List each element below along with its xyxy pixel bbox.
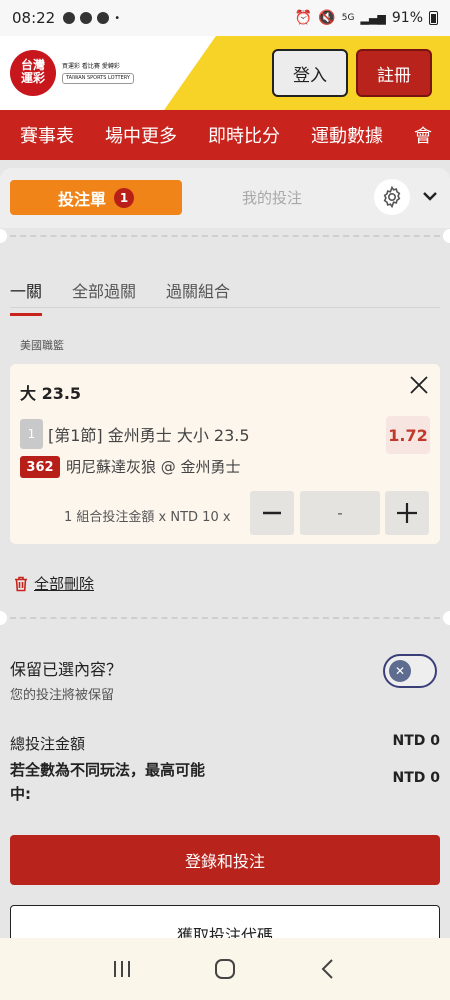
bet-selection-card: 大 23.5 1 [第1節] 金州勇士 大小 23.5 1.72 362 明尼蘇… — [10, 364, 440, 544]
betslip-panel: 投注單 1 我的投注 一關 全部過關 過關組合 美國職籃 大 23.5 1 [第… — [0, 168, 450, 955]
notification-icon — [97, 12, 110, 24]
divider — [0, 617, 450, 619]
register-button[interactable]: 註冊 — [356, 49, 432, 97]
divider — [0, 235, 450, 237]
logo-tagline-cn: 買運彩 看比賽 愛轉彩 — [62, 63, 120, 70]
decrease-stake-button[interactable] — [250, 491, 294, 535]
tab-betslip-label: 投注單 — [57, 189, 106, 209]
increase-stake-button[interactable] — [385, 491, 429, 535]
max-win-value: NTD 0 — [392, 770, 440, 786]
tab-betslip[interactable]: 投注單 1 — [10, 180, 182, 215]
stake-label: 1 組合投注金額 x NTD 10 x — [64, 510, 231, 525]
recent-apps-icon[interactable] — [110, 957, 134, 981]
ticket-notch — [443, 229, 450, 243]
delete-all-label: 全部刪除 — [34, 575, 95, 593]
max-win-label: 若全數為不同玩法，最高可能中: — [10, 761, 206, 803]
ticket-notch — [443, 611, 450, 625]
betslip-tabbar: 投注單 1 我的投注 — [0, 168, 450, 228]
nav-item-live-more[interactable]: 場中更多 — [85, 122, 177, 148]
main-nav: 賽事表 場中更多 即時比分 運動數據 會 — [0, 110, 450, 160]
ticket-notch — [0, 611, 7, 625]
battery-icon — [429, 11, 438, 25]
logo-tagline-en: TAIWAN SPORTS LOTTERY — [62, 73, 134, 84]
toggle-off-icon: ✕ — [389, 660, 411, 682]
match-name: 明尼蘇達灰狼 @ 金州勇士 — [66, 458, 241, 476]
trash-icon — [15, 576, 27, 591]
nav-item-member[interactable]: 會 — [394, 122, 432, 148]
tab-all-parlay[interactable]: 全部過關 — [72, 278, 136, 302]
minus-icon — [263, 511, 281, 515]
battery-percent: 91% — [391, 10, 423, 26]
back-icon[interactable] — [316, 957, 340, 981]
delete-all-button[interactable]: 全部刪除 — [14, 573, 94, 594]
retain-toggle[interactable]: ✕ — [383, 654, 437, 688]
tab-single[interactable]: 一關 — [10, 278, 43, 316]
nav-item-live-scores[interactable]: 即時比分 — [188, 122, 280, 148]
home-icon[interactable] — [213, 957, 237, 981]
notification-icon — [63, 12, 76, 24]
retain-title: 保留已選內容？ — [10, 660, 123, 679]
leg-number-badge: 1 — [20, 419, 43, 449]
tab-parlay-combo[interactable]: 過關組合 — [166, 278, 230, 302]
plus-icon — [397, 503, 417, 523]
logo-tagline: 買運彩 看比賽 愛轉彩 TAIWAN SPORTS LOTTERY — [62, 62, 134, 84]
more-dot-icon: • — [114, 12, 121, 24]
ticket-notch — [0, 229, 7, 243]
total-stake-label: 總投注金額 — [10, 735, 86, 753]
place-bet-button[interactable]: 登錄和投注 — [10, 835, 440, 885]
match-id-badge: 362 — [20, 456, 60, 478]
max-win-row: 若全數為不同玩法，最高可能中: NTD 0 — [10, 758, 440, 806]
login-button[interactable]: 登入 — [272, 49, 348, 97]
nav-item-schedule[interactable]: 賽事表 — [0, 122, 74, 148]
settings-gear-icon[interactable] — [374, 179, 410, 215]
status-bar: 08:22 • ⏰ 🔇 5G ▂▄▆ 91% — [0, 0, 450, 36]
bet-type-tabs: 一關 全部過關 過關組合 — [10, 278, 230, 316]
alarm-icon: ⏰ — [294, 10, 313, 26]
selection-title: 大 23.5 — [20, 384, 82, 403]
mute-icon: 🔇 — [318, 10, 336, 26]
retain-subtitle: 您的投注將被保留 — [10, 688, 115, 703]
chevron-down-icon[interactable] — [418, 184, 442, 208]
site-logo[interactable]: 台灣 運彩 — [10, 50, 56, 96]
network-type: 5G — [341, 13, 355, 23]
line-icon — [80, 12, 93, 24]
divider — [10, 307, 440, 308]
nav-item-sports-data[interactable]: 運動數據 — [291, 122, 383, 148]
odds-value: 1.72 — [386, 416, 430, 454]
notification-icons: • — [63, 12, 120, 24]
close-icon[interactable] — [408, 374, 430, 396]
site-header: 台灣 運彩 買運彩 看比賽 愛轉彩 TAIWAN SPORTS LOTTERY 登… — [0, 36, 450, 110]
total-stake-row: 總投注金額 NTD 0 — [10, 733, 440, 754]
status-time: 08:22 — [12, 9, 56, 27]
betslip-count-badge: 1 — [114, 187, 134, 208]
retain-selection: 保留已選內容？ 您的投注將被保留 — [10, 656, 122, 703]
signal-icon: ▂▄▆ — [360, 11, 386, 25]
system-nav-bar — [0, 938, 450, 1000]
league-name: 美國職籃 — [20, 339, 64, 352]
stake-amount-input[interactable]: - — [300, 491, 380, 535]
market-description: [第1節] 金州勇士 大小 23.5 — [48, 426, 250, 445]
total-stake-value: NTD 0 — [392, 733, 440, 749]
tab-my-bets[interactable]: 我的投注 — [200, 180, 344, 215]
